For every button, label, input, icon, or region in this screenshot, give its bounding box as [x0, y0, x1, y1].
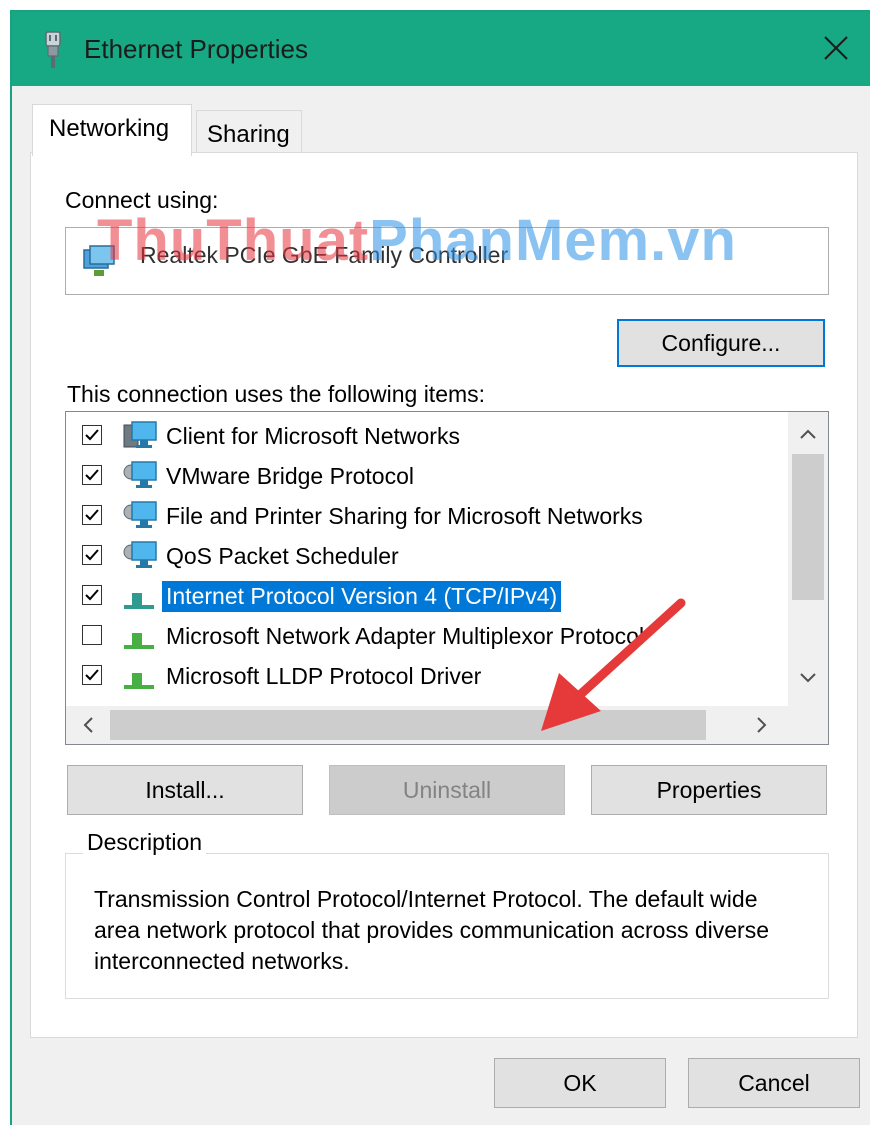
annotation-arrow-icon — [541, 598, 686, 731]
adapter-field: Realtek PCIe GbE Family Controller — [65, 227, 829, 295]
item-label: Client for Microsoft Networks — [166, 423, 460, 449]
checkmark-icon — [85, 589, 99, 601]
scroll-right-icon[interactable] — [750, 713, 774, 737]
uninstall-button[interactable]: Uninstall — [329, 765, 565, 815]
cancel-button[interactable]: Cancel — [688, 1058, 860, 1108]
checkmark-icon — [85, 549, 99, 561]
list-item[interactable]: VMware Bridge Protocol — [66, 456, 786, 496]
item-checkbox[interactable] — [82, 465, 102, 485]
item-checkbox[interactable] — [82, 665, 102, 685]
item-checkbox[interactable] — [82, 425, 102, 445]
configure-button[interactable]: Configure... — [617, 319, 825, 367]
adapter-name: Realtek PCIe GbE Family Controller — [140, 242, 509, 268]
items-label: This connection uses the following items… — [67, 381, 486, 407]
networking-panel: Connect using: Realtek PCIe GbE Family C… — [30, 152, 858, 1038]
network-service-icon — [123, 461, 157, 488]
close-button[interactable] — [816, 28, 856, 68]
tab-sharing[interactable]: Sharing — [196, 110, 302, 154]
item-label: QoS Packet Scheduler — [166, 543, 399, 569]
network-adapter-icon — [83, 245, 115, 276]
vertical-scroll-thumb[interactable] — [792, 454, 824, 600]
ok-button[interactable]: OK — [494, 1058, 666, 1108]
checkmark-icon — [85, 669, 99, 681]
list-item[interactable]: Client for Microsoft Networks — [66, 416, 786, 456]
ethernet-properties-dialog: Ethernet Properties Networking Sharing C… — [10, 10, 870, 1125]
ethernet-plug-icon — [45, 31, 61, 68]
list-item[interactable]: File and Printer Sharing for Microsoft N… — [66, 496, 786, 536]
item-label: Microsoft LLDP Protocol Driver — [166, 663, 482, 689]
network-client-icon — [123, 421, 157, 448]
checkmark-icon — [85, 469, 99, 481]
title-bar[interactable]: Ethernet Properties — [12, 12, 870, 86]
connect-using-label: Connect using: — [65, 187, 219, 213]
close-icon — [824, 36, 848, 60]
checkmark-icon — [85, 509, 99, 521]
item-checkbox[interactable] — [82, 625, 102, 645]
protocol-icon — [124, 673, 154, 689]
item-checkbox[interactable] — [82, 585, 102, 605]
scroll-down-icon[interactable] — [796, 666, 820, 690]
checkmark-icon — [85, 429, 99, 441]
item-checkbox[interactable] — [82, 545, 102, 565]
scroll-up-icon[interactable] — [796, 422, 820, 446]
description-text: Transmission Control Protocol/Internet P… — [94, 886, 769, 974]
item-label: Internet Protocol Version 4 (TCP/IPv4) — [162, 581, 562, 612]
item-label: VMware Bridge Protocol — [166, 463, 414, 489]
description-title: Description — [83, 829, 207, 856]
tab-networking[interactable]: Networking — [32, 104, 192, 156]
items-list[interactable]: Client for Microsoft Networks VMware Bri… — [65, 411, 829, 745]
horizontal-scrollbar[interactable] — [66, 706, 828, 744]
network-service-icon — [123, 541, 157, 568]
list-item[interactable]: QoS Packet Scheduler — [66, 536, 786, 576]
scroll-left-icon[interactable] — [76, 713, 100, 737]
protocol-icon — [124, 593, 154, 609]
window-title: Ethernet Properties — [84, 34, 309, 64]
properties-button[interactable]: Properties — [591, 765, 827, 815]
install-button[interactable]: Install... — [67, 765, 303, 815]
description-group: Transmission Control Protocol/Internet P… — [65, 853, 829, 999]
vertical-scrollbar[interactable] — [788, 412, 828, 706]
protocol-icon — [124, 633, 154, 649]
network-service-icon — [123, 501, 157, 528]
item-checkbox[interactable] — [82, 505, 102, 525]
item-label: File and Printer Sharing for Microsoft N… — [166, 503, 643, 529]
